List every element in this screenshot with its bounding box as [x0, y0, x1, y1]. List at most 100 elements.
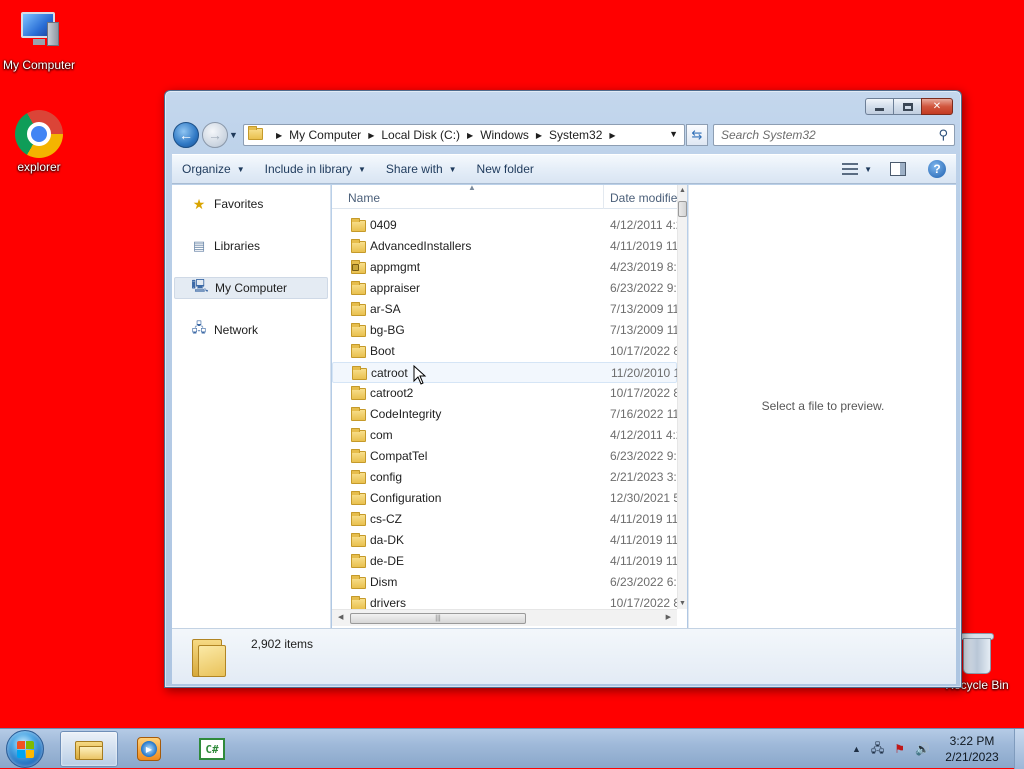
file-date-modified: 7/13/2009 11 — [610, 302, 677, 316]
file-row[interactable]: CompatTel 6/23/2022 9:0 — [332, 446, 677, 467]
taskbar-windows-explorer[interactable] — [60, 731, 118, 767]
include-in-library-label: Include in library — [264, 162, 352, 176]
folder-icon — [351, 302, 366, 316]
file-name: cs-CZ — [370, 512, 402, 526]
preview-pane-icon[interactable] — [890, 162, 906, 176]
scroll-right-icon[interactable]: ▶ — [666, 613, 671, 621]
horizontal-scrollbar[interactable]: ◀ ||| ▶ — [332, 609, 677, 626]
file-name: de-DE — [370, 554, 405, 568]
file-row[interactable]: AdvancedInstallers 4/11/2019 11 — [332, 236, 677, 257]
file-name: Boot — [370, 344, 395, 358]
scroll-down-icon[interactable]: ▼ — [679, 600, 686, 607]
file-row[interactable]: bg-BG 7/13/2009 11 — [332, 320, 677, 341]
nav-item-my-computer[interactable]: 🖳 My Computer — [174, 277, 328, 299]
refresh-button[interactable]: ⇆ — [686, 124, 708, 146]
recent-pages-dropdown[interactable]: ▼ — [229, 130, 238, 140]
start-button[interactable] — [6, 730, 44, 768]
include-in-library-menu[interactable]: Include in library ▼ — [265, 162, 366, 176]
search-input[interactable]: Search System32 ⚲ — [713, 124, 955, 146]
scroll-left-icon[interactable]: ◀ — [338, 613, 343, 621]
file-name: appmgmt — [370, 260, 421, 274]
nav-item-favorites[interactable]: ★ Favorites — [174, 193, 328, 215]
file-row[interactable]: com 4/12/2011 4:2 — [332, 425, 677, 446]
file-row[interactable]: da-DK 4/11/2019 11 — [332, 530, 677, 551]
file-row[interactable]: Dism 6/23/2022 6:0 — [332, 572, 677, 593]
breadcrumb-local-disk[interactable]: Local Disk (C:) — [381, 128, 460, 142]
file-date-modified: 4/12/2011 4:2 — [610, 428, 677, 442]
view-options-dropdown[interactable]: ▼ — [864, 165, 872, 174]
horizontal-scroll-thumb[interactable]: ||| — [350, 613, 526, 624]
minimize-button[interactable] — [865, 98, 893, 115]
windows-explorer-icon — [75, 738, 103, 760]
organize-menu[interactable]: Organize ▼ — [182, 162, 245, 176]
breadcrumb-windows[interactable]: Windows — [480, 128, 529, 142]
action-center-icon[interactable]: ⚑ — [894, 742, 905, 756]
new-folder-button[interactable]: New folder — [477, 162, 534, 176]
nav-item-label: Libraries — [214, 239, 261, 253]
file-row[interactable]: ar-SA 7/13/2009 11 — [332, 299, 677, 320]
chrome-icon — [15, 110, 63, 158]
file-date-modified: 4/11/2019 11 — [610, 554, 677, 568]
search-icon[interactable]: ⚲ — [938, 127, 948, 143]
file-row[interactable]: de-DE 4/11/2019 11 — [332, 551, 677, 572]
file-row[interactable]: appraiser 6/23/2022 9:0 — [332, 278, 677, 299]
chevron-down-icon: ▼ — [236, 164, 245, 174]
folder-icon — [351, 218, 366, 232]
nav-item-libraries[interactable]: ▤ Libraries — [174, 235, 328, 257]
file-row[interactable]: CodeIntegrity 7/16/2022 11 — [332, 404, 677, 425]
clock[interactable]: 3:22 PM 2/21/2023 — [940, 733, 1004, 765]
file-row[interactable]: catroot2 10/17/2022 8 — [332, 383, 677, 404]
change-view-icon[interactable] — [842, 162, 860, 176]
column-header-name[interactable]: Name — [348, 191, 380, 205]
folder-icon — [351, 491, 366, 505]
desktop-icon-my-computer[interactable]: My Computer — [0, 8, 81, 73]
help-icon[interactable]: ? — [928, 160, 946, 178]
vertical-scrollbar[interactable]: ▲ ▼ — [677, 185, 687, 609]
volume-icon[interactable]: 🔊 — [915, 742, 930, 756]
taskbar-media-player[interactable]: ▶ — [120, 731, 178, 767]
column-divider[interactable] — [603, 185, 604, 209]
caption-buttons: ✕ — [865, 98, 953, 115]
file-row[interactable]: Configuration 12/30/2021 5 — [332, 488, 677, 509]
breadcrumb-separator-icon[interactable]: ▶ — [536, 131, 542, 140]
close-button[interactable]: ✕ — [921, 98, 953, 115]
column-header-date-modified[interactable]: Date modifie — [610, 191, 677, 205]
desktop-icon-label: My Computer — [2, 58, 76, 72]
breadcrumb-my-computer[interactable]: My Computer — [289, 128, 361, 142]
show-hidden-icons-icon[interactable]: ▲ — [852, 744, 861, 754]
file-row[interactable]: config 2/21/2023 3:0 — [332, 467, 677, 488]
breadcrumb-separator-icon[interactable]: ▶ — [368, 131, 374, 140]
taskbar-csharp-app[interactable]: C# — [183, 731, 241, 767]
file-row[interactable]: 0409 4/12/2011 4:2 — [332, 215, 677, 236]
file-row[interactable]: Boot 10/17/2022 8 — [332, 341, 677, 362]
maximize-button[interactable] — [893, 98, 921, 115]
vertical-scroll-thumb[interactable] — [678, 201, 687, 217]
share-with-menu[interactable]: Share with ▼ — [386, 162, 457, 176]
network-status-icon[interactable]: 🖧 — [871, 739, 884, 760]
nav-item-network[interactable]: 🖧 Network — [174, 319, 328, 341]
network-icon: 🖧 — [191, 320, 207, 335]
file-row[interactable]: cs-CZ 4/11/2019 11 — [332, 509, 677, 530]
command-bar: Organize ▼ Include in library ▼ Share with… — [172, 154, 956, 184]
refresh-icon: ⇆ — [691, 127, 703, 142]
breadcrumb-separator-icon[interactable]: ▶ — [276, 131, 282, 140]
breadcrumb-separator-icon[interactable]: ▶ — [467, 131, 473, 140]
navigation-pane: ★ Favorites ▤ Libraries 🖳 My Computer 🖧 … — [172, 185, 331, 628]
recycle-bin-icon — [959, 632, 995, 676]
file-row[interactable]: appmgmt 4/23/2019 8:4 — [332, 257, 677, 278]
show-desktop-button[interactable] — [1014, 729, 1024, 769]
search-placeholder: Search System32 — [721, 128, 816, 142]
file-row[interactable]: drivers 10/17/2022 8 — [332, 593, 677, 609]
file-date-modified: 4/12/2011 4:2 — [610, 218, 677, 232]
minimize-icon — [875, 107, 884, 111]
file-row[interactable]: catroot 11/20/2010 1 — [332, 362, 677, 383]
breadcrumb-separator-icon[interactable]: ▶ — [609, 131, 615, 140]
file-name: com — [370, 428, 393, 442]
forward-button[interactable]: → — [202, 122, 228, 148]
scroll-up-icon[interactable]: ▲ — [679, 187, 686, 194]
desktop-icon-explorer[interactable]: explorer — [0, 110, 81, 175]
address-bar[interactable]: ▶ My Computer ▶ Local Disk (C:) ▶ Window… — [243, 124, 685, 146]
address-dropdown-icon[interactable]: ▼ — [669, 129, 678, 139]
breadcrumb-system32[interactable]: System32 — [549, 128, 602, 142]
back-button[interactable]: ← — [173, 122, 199, 148]
